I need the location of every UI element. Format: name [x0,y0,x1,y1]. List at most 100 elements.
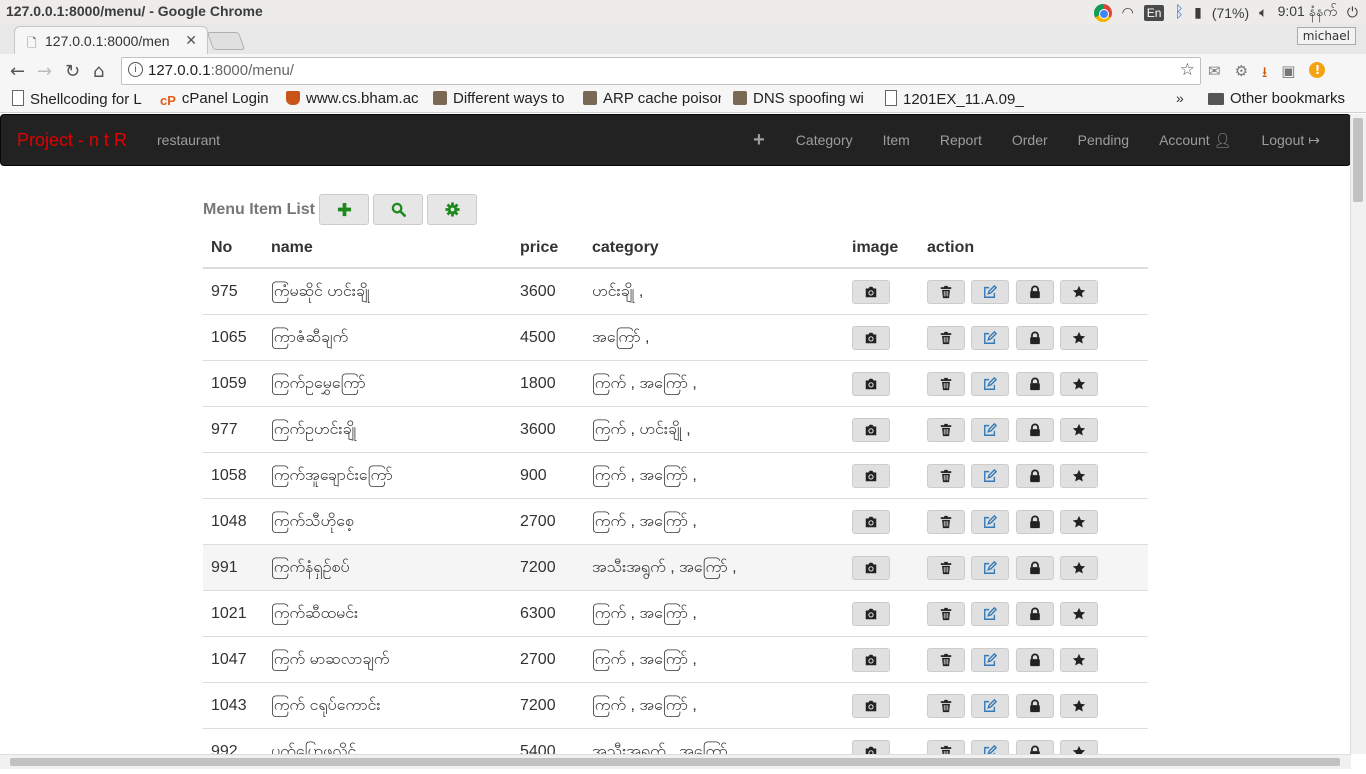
info-icon[interactable]: i [128,62,143,77]
edit-button[interactable] [971,464,1009,488]
battery-icon[interactable]: ▮ [1194,4,1202,21]
star-button[interactable] [1060,694,1098,718]
extension-icon[interactable]: ⚙ [1235,62,1248,87]
image-button[interactable] [852,602,890,626]
bookmark-item[interactable]: www.cs.bham.ac [286,90,420,107]
image-button[interactable] [852,556,890,580]
other-bookmarks[interactable]: Other bookmarks [1208,90,1345,107]
clock[interactable]: 9:01 နံနက် [1278,2,1337,23]
add-button[interactable]: + [737,129,781,152]
bookmark-item[interactable]: DNS spoofing wi [733,90,871,107]
lock-button[interactable] [1016,464,1054,488]
lock-button[interactable] [1016,602,1054,626]
lock-button[interactable] [1016,510,1054,534]
settings-button[interactable] [427,194,477,225]
star-button[interactable] [1060,326,1098,350]
star-button[interactable] [1060,556,1098,580]
forward-arrow-icon[interactable]: → [37,61,52,82]
bookmark-item[interactable]: ARP cache poison [583,90,721,107]
nav-account[interactable]: Account👤︎ [1144,132,1246,149]
image-button[interactable] [852,464,890,488]
image-button[interactable] [852,510,890,534]
bookmark-item[interactable]: cPcPanel Login [160,90,272,107]
edit-button[interactable] [971,556,1009,580]
nav-subtitle-link[interactable]: restaurant [157,132,220,148]
star-button[interactable] [1060,648,1098,672]
profile-button[interactable]: michael [1297,27,1356,45]
edit-button[interactable] [971,280,1009,304]
extension-icon[interactable]: ▣ [1281,62,1295,87]
nav-item[interactable]: Item [868,132,925,148]
edit-button[interactable] [971,648,1009,672]
new-tab-button[interactable] [207,32,246,50]
power-icon[interactable]: ⏻ [1347,4,1358,21]
nav-category[interactable]: Category [781,132,868,148]
delete-button[interactable] [927,280,965,304]
add-item-button[interactable] [319,194,369,225]
horizontal-scrollbar[interactable] [0,754,1351,769]
edit-button[interactable] [971,510,1009,534]
bookmark-item[interactable]: Shellcoding for L [12,90,147,108]
wifi-icon[interactable]: ◠ [1122,4,1134,21]
edit-button[interactable] [971,418,1009,442]
bookmark-star-icon[interactable]: ☆ [1180,60,1195,80]
lock-button[interactable] [1016,648,1054,672]
star-button[interactable] [1060,602,1098,626]
delete-button[interactable] [927,464,965,488]
delete-button[interactable] [927,694,965,718]
volume-icon[interactable]: 🔈︎ [1259,4,1267,21]
download-icon[interactable]: ⭳ [1262,62,1267,87]
image-button[interactable] [852,280,890,304]
close-tab-icon[interactable]: ✕ [185,32,197,49]
url-text[interactable]: 127.0.0.1:8000/menu/ [148,62,294,79]
vertical-scrollbar[interactable] [1350,114,1366,754]
reload-icon[interactable]: ↻ [65,61,80,82]
image-button[interactable] [852,372,890,396]
delete-button[interactable] [927,418,965,442]
delete-button[interactable] [927,602,965,626]
edit-button[interactable] [971,326,1009,350]
bookmark-item[interactable]: Different ways to [433,90,571,107]
star-button[interactable] [1060,280,1098,304]
scroll-thumb[interactable] [1353,118,1363,202]
star-button[interactable] [1060,510,1098,534]
star-button[interactable] [1060,372,1098,396]
extension-icon[interactable]: ✉ [1208,62,1221,87]
bluetooth-icon[interactable]: ᛒ [1174,4,1184,22]
delete-button[interactable] [927,372,965,396]
image-button[interactable] [852,418,890,442]
edit-button[interactable] [971,694,1009,718]
edit-button[interactable] [971,372,1009,396]
image-button[interactable] [852,648,890,672]
chrome-icon[interactable] [1094,4,1112,22]
delete-button[interactable] [927,556,965,580]
image-button[interactable] [852,326,890,350]
back-arrow-icon[interactable]: ← [10,61,25,82]
bookmark-item[interactable]: 1201EX_11.A.09_ [885,90,1025,108]
scroll-thumb[interactable] [10,758,1340,766]
nav-report[interactable]: Report [925,132,997,148]
brand-link[interactable]: Project - n t R [17,130,127,151]
search-button[interactable] [373,194,423,225]
edit-button[interactable] [971,602,1009,626]
nav-pending[interactable]: Pending [1063,132,1144,148]
browser-tab[interactable]: 🗋︎ 127.0.0.1:8000/men ✕ [14,26,208,55]
keyboard-layout[interactable]: En [1144,5,1165,21]
delete-button[interactable] [927,326,965,350]
battery-percent[interactable]: (71%) [1212,5,1249,21]
nav-order[interactable]: Order [997,132,1063,148]
delete-button[interactable] [927,510,965,534]
home-icon[interactable]: ⌂ [93,61,104,82]
lock-button[interactable] [1016,280,1054,304]
lock-button[interactable] [1016,372,1054,396]
address-bar[interactable]: i 127.0.0.1:8000/menu/ ☆ [121,57,1201,85]
chrome-menu-icon[interactable]: ! [1309,62,1325,78]
lock-button[interactable] [1016,556,1054,580]
star-button[interactable] [1060,464,1098,488]
lock-button[interactable] [1016,694,1054,718]
lock-button[interactable] [1016,326,1054,350]
image-button[interactable] [852,694,890,718]
lock-button[interactable] [1016,418,1054,442]
nav-logout[interactable]: Logout↦ [1246,132,1350,149]
delete-button[interactable] [927,648,965,672]
